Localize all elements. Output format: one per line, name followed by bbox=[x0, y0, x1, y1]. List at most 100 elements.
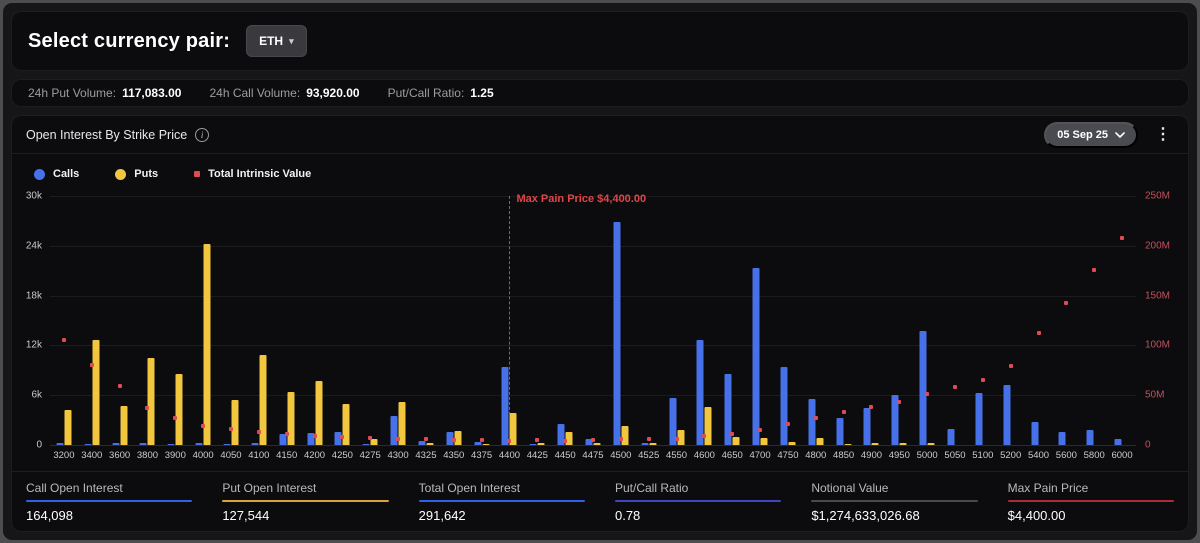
x-axis-tick: 5100 bbox=[972, 450, 993, 461]
legend-item-total-intrinsic-value[interactable]: Total Intrinsic Value bbox=[194, 168, 311, 180]
currency-pair-dropdown[interactable]: ETH ▾ bbox=[246, 25, 307, 57]
summary-stat-value: 127,544 bbox=[222, 508, 388, 523]
x-axis-tick: 4200 bbox=[304, 450, 325, 461]
x-axis-tick: 4525 bbox=[638, 450, 659, 461]
put-bar bbox=[482, 444, 489, 445]
strike-group-4450: 4450 bbox=[551, 196, 579, 445]
legend-item-calls[interactable]: Calls bbox=[34, 168, 79, 180]
circle-marker-icon bbox=[115, 169, 126, 180]
intrinsic-value-dot bbox=[647, 437, 651, 441]
intrinsic-value-dot bbox=[285, 432, 289, 436]
x-axis-tick: 4250 bbox=[332, 450, 353, 461]
strike-group-5050: 5050 bbox=[941, 196, 969, 445]
intrinsic-value-dot bbox=[702, 434, 706, 438]
call-bar bbox=[474, 442, 481, 445]
x-axis-tick: 4700 bbox=[749, 450, 770, 461]
x-axis-tick: 5400 bbox=[1028, 450, 1049, 461]
x-axis-tick: 4325 bbox=[415, 450, 436, 461]
y-axis-right-tick: 250M bbox=[1145, 191, 1170, 202]
summary-stat-put-call-ratio: Put/Call Ratio0.78 bbox=[615, 481, 781, 523]
summary-stat-notional-value: Notional Value$1,274,633,026.68 bbox=[811, 481, 977, 523]
summary-stat-call-open-interest: Call Open Interest164,098 bbox=[26, 481, 192, 523]
strike-group-3200: 3200 bbox=[50, 196, 78, 445]
x-axis-tick: 3900 bbox=[165, 450, 186, 461]
call-bar bbox=[140, 443, 147, 445]
expiry-date-label: 05 Sep 25 bbox=[1057, 129, 1108, 141]
intrinsic-value-dot bbox=[675, 437, 679, 441]
call-bar bbox=[947, 429, 954, 445]
summary-stat-put-open-interest: Put Open Interest 127,544 bbox=[222, 481, 388, 523]
strike-group-4550: 4550 bbox=[663, 196, 691, 445]
x-axis-tick: 4275 bbox=[360, 450, 381, 461]
chevron-down-icon bbox=[1115, 132, 1125, 138]
call-bar bbox=[502, 367, 509, 445]
call-bar bbox=[56, 443, 63, 445]
circle-marker-icon bbox=[34, 169, 45, 180]
intrinsic-value-dot bbox=[897, 400, 901, 404]
put-bar bbox=[872, 443, 879, 445]
call-bar bbox=[808, 399, 815, 445]
kebab-menu-icon[interactable]: ⋮ bbox=[1152, 127, 1174, 143]
intrinsic-value-dot bbox=[90, 363, 94, 367]
max-pain-line bbox=[509, 196, 510, 445]
legend-item-puts[interactable]: Puts bbox=[115, 168, 158, 180]
strike-group-5100: 5100 bbox=[969, 196, 997, 445]
strike-group-4425: 4425 bbox=[523, 196, 551, 445]
intrinsic-value-dot bbox=[953, 385, 957, 389]
put-bar bbox=[788, 442, 795, 445]
panel-header: Open Interest By Strike Price i 05 Sep 2… bbox=[12, 116, 1188, 154]
stat-item: Put/Call Ratio:1.25 bbox=[388, 86, 494, 100]
x-axis-tick: 4650 bbox=[722, 450, 743, 461]
strike-group-4800: 4800 bbox=[802, 196, 830, 445]
intrinsic-value-dot bbox=[452, 438, 456, 442]
call-bar bbox=[168, 444, 175, 445]
x-axis-tick: 4850 bbox=[833, 450, 854, 461]
intrinsic-value-dot bbox=[424, 437, 428, 441]
put-bar bbox=[148, 358, 155, 445]
plot-area: 30k250M24k200M18k150M12k100M6k50M0032003… bbox=[50, 196, 1136, 445]
intrinsic-value-dot bbox=[786, 422, 790, 426]
page-title: Select currency pair: bbox=[28, 30, 230, 53]
call-bar bbox=[697, 340, 704, 445]
strike-group-5200: 5200 bbox=[997, 196, 1025, 445]
intrinsic-value-dot bbox=[340, 435, 344, 439]
strike-group-4900: 4900 bbox=[858, 196, 886, 445]
chart-legend: Calls Puts Total Intrinsic Value bbox=[12, 154, 1188, 186]
strike-group-5000: 5000 bbox=[913, 196, 941, 445]
summary-stat-value: 0.78 bbox=[615, 508, 781, 523]
intrinsic-value-dot bbox=[591, 438, 595, 442]
strike-group-4475: 4475 bbox=[579, 196, 607, 445]
summary-stat-label: Put Open Interest bbox=[222, 481, 388, 495]
y-axis-left-tick: 30k bbox=[26, 191, 42, 202]
stat-item: 24h Put Volume:117,083.00 bbox=[28, 86, 181, 100]
x-axis-tick: 5000 bbox=[917, 450, 938, 461]
y-axis-right-tick: 0 bbox=[1145, 440, 1151, 451]
strike-group-4325: 4325 bbox=[412, 196, 440, 445]
square-marker-icon bbox=[194, 171, 200, 177]
intrinsic-value-dot bbox=[229, 427, 233, 431]
call-bar bbox=[836, 418, 843, 445]
volume-stats-bar: 24h Put Volume:117,083.0024h Call Volume… bbox=[11, 79, 1189, 107]
summary-stat-underline bbox=[419, 500, 585, 502]
intrinsic-value-dot bbox=[869, 405, 873, 409]
x-axis-tick: 3400 bbox=[81, 450, 102, 461]
intrinsic-value-dot bbox=[730, 432, 734, 436]
call-bar bbox=[1031, 422, 1038, 445]
call-bar bbox=[251, 443, 258, 445]
x-axis-tick: 4375 bbox=[471, 450, 492, 461]
summary-stat-total-open-interest: Total Open Interest291,642 bbox=[419, 481, 585, 523]
summary-stat-value: $1,274,633,026.68 bbox=[811, 508, 977, 523]
intrinsic-value-dot bbox=[1009, 364, 1013, 368]
put-bar bbox=[593, 443, 600, 445]
strike-group-4525: 4525 bbox=[635, 196, 663, 445]
expiry-date-dropdown[interactable]: 05 Sep 25 bbox=[1044, 122, 1138, 148]
intrinsic-value-dot bbox=[1037, 331, 1041, 335]
x-axis-tick: 4750 bbox=[777, 450, 798, 461]
open-interest-panel: Open Interest By Strike Price i 05 Sep 2… bbox=[11, 115, 1189, 532]
strike-group-3900: 3900 bbox=[161, 196, 189, 445]
currency-pair-label: ETH bbox=[259, 34, 283, 48]
strike-group-5800: 5800 bbox=[1080, 196, 1108, 445]
call-bar bbox=[975, 393, 982, 445]
intrinsic-value-dot bbox=[480, 438, 484, 442]
info-icon[interactable]: i bbox=[195, 128, 209, 142]
